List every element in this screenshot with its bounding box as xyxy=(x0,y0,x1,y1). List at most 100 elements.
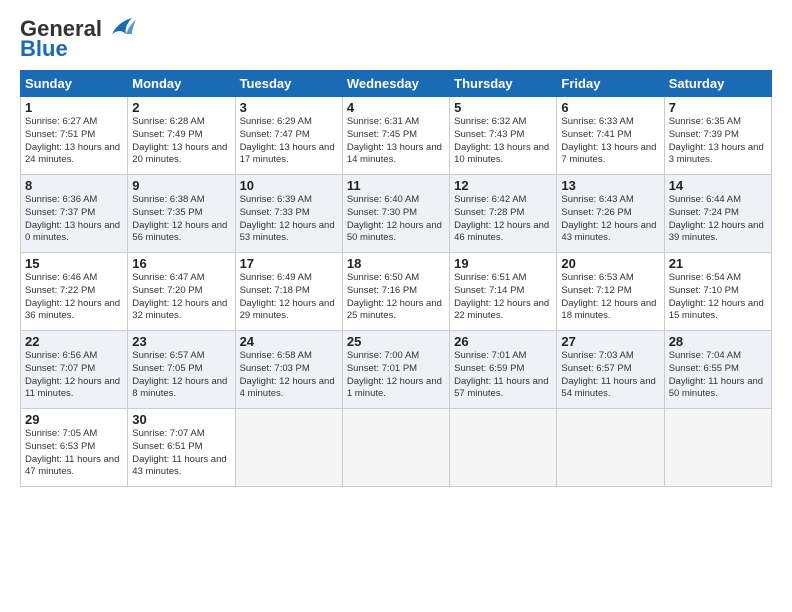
weekday-header-tuesday: Tuesday xyxy=(235,71,342,97)
day-info: Sunrise: 6:57 AM Sunset: 7:05 PM Dayligh… xyxy=(132,350,230,401)
day-number: 3 xyxy=(240,100,338,115)
sunrise-label: Sunrise: 6:36 AM xyxy=(25,194,97,205)
sunrise-label: Sunrise: 7:07 AM xyxy=(132,428,204,439)
sunrise-label: Sunrise: 6:54 AM xyxy=(669,272,741,283)
day-number: 28 xyxy=(669,334,767,349)
sunrise-label: Sunrise: 6:40 AM xyxy=(347,194,419,205)
day-number: 16 xyxy=(132,256,230,271)
sunset-label: Sunset: 6:55 PM xyxy=(669,363,739,374)
sunrise-label: Sunrise: 6:32 AM xyxy=(454,116,526,127)
sunrise-label: Sunrise: 6:56 AM xyxy=(25,350,97,361)
sunset-label: Sunset: 7:07 PM xyxy=(25,363,95,374)
sunset-label: Sunset: 7:51 PM xyxy=(25,129,95,140)
daylight-label: Daylight: 12 hours and 11 minutes. xyxy=(25,376,120,400)
day-cell-21: 21 Sunrise: 6:54 AM Sunset: 7:10 PM Dayl… xyxy=(664,253,771,331)
day-info: Sunrise: 6:54 AM Sunset: 7:10 PM Dayligh… xyxy=(669,272,767,323)
day-cell-24: 24 Sunrise: 6:58 AM Sunset: 7:03 PM Dayl… xyxy=(235,331,342,409)
day-cell-12: 12 Sunrise: 6:42 AM Sunset: 7:28 PM Dayl… xyxy=(450,175,557,253)
sunrise-label: Sunrise: 6:35 AM xyxy=(669,116,741,127)
sunset-label: Sunset: 6:57 PM xyxy=(561,363,631,374)
day-number: 25 xyxy=(347,334,445,349)
sunset-label: Sunset: 7:20 PM xyxy=(132,285,202,296)
daylight-label: Daylight: 12 hours and 29 minutes. xyxy=(240,298,335,322)
day-number: 29 xyxy=(25,412,123,427)
day-cell-19: 19 Sunrise: 6:51 AM Sunset: 7:14 PM Dayl… xyxy=(450,253,557,331)
day-cell-2: 2 Sunrise: 6:28 AM Sunset: 7:49 PM Dayli… xyxy=(128,97,235,175)
daylight-label: Daylight: 12 hours and 43 minutes. xyxy=(561,220,656,244)
calendar-table: SundayMondayTuesdayWednesdayThursdayFrid… xyxy=(20,70,772,487)
day-number: 26 xyxy=(454,334,552,349)
sunrise-label: Sunrise: 6:43 AM xyxy=(561,194,633,205)
day-info: Sunrise: 7:07 AM Sunset: 6:51 PM Dayligh… xyxy=(132,428,230,479)
day-info: Sunrise: 6:47 AM Sunset: 7:20 PM Dayligh… xyxy=(132,272,230,323)
day-cell-6: 6 Sunrise: 6:33 AM Sunset: 7:41 PM Dayli… xyxy=(557,97,664,175)
day-info: Sunrise: 6:29 AM Sunset: 7:47 PM Dayligh… xyxy=(240,116,338,167)
sunrise-label: Sunrise: 6:47 AM xyxy=(132,272,204,283)
day-cell-28: 28 Sunrise: 7:04 AM Sunset: 6:55 PM Dayl… xyxy=(664,331,771,409)
daylight-label: Daylight: 12 hours and 39 minutes. xyxy=(669,220,764,244)
day-number: 24 xyxy=(240,334,338,349)
day-info: Sunrise: 7:04 AM Sunset: 6:55 PM Dayligh… xyxy=(669,350,767,401)
day-info: Sunrise: 7:00 AM Sunset: 7:01 PM Dayligh… xyxy=(347,350,445,401)
sunset-label: Sunset: 7:10 PM xyxy=(669,285,739,296)
day-number: 2 xyxy=(132,100,230,115)
sunrise-label: Sunrise: 6:50 AM xyxy=(347,272,419,283)
empty-cell xyxy=(450,409,557,487)
daylight-label: Daylight: 12 hours and 4 minutes. xyxy=(240,376,335,400)
daylight-label: Daylight: 12 hours and 36 minutes. xyxy=(25,298,120,322)
day-number: 18 xyxy=(347,256,445,271)
day-number: 14 xyxy=(669,178,767,193)
daylight-label: Daylight: 11 hours and 47 minutes. xyxy=(25,454,119,478)
sunrise-label: Sunrise: 7:03 AM xyxy=(561,350,633,361)
sunrise-label: Sunrise: 6:46 AM xyxy=(25,272,97,283)
sunrise-label: Sunrise: 6:44 AM xyxy=(669,194,741,205)
empty-cell xyxy=(664,409,771,487)
day-cell-23: 23 Sunrise: 6:57 AM Sunset: 7:05 PM Dayl… xyxy=(128,331,235,409)
day-cell-1: 1 Sunrise: 6:27 AM Sunset: 7:51 PM Dayli… xyxy=(21,97,128,175)
empty-cell xyxy=(557,409,664,487)
day-cell-7: 7 Sunrise: 6:35 AM Sunset: 7:39 PM Dayli… xyxy=(664,97,771,175)
day-cell-29: 29 Sunrise: 7:05 AM Sunset: 6:53 PM Dayl… xyxy=(21,409,128,487)
daylight-label: Daylight: 13 hours and 14 minutes. xyxy=(347,142,442,166)
sunset-label: Sunset: 7:05 PM xyxy=(132,363,202,374)
daylight-label: Daylight: 13 hours and 20 minutes. xyxy=(132,142,227,166)
day-info: Sunrise: 6:49 AM Sunset: 7:18 PM Dayligh… xyxy=(240,272,338,323)
daylight-label: Daylight: 12 hours and 53 minutes. xyxy=(240,220,335,244)
sunrise-label: Sunrise: 7:04 AM xyxy=(669,350,741,361)
day-info: Sunrise: 6:32 AM Sunset: 7:43 PM Dayligh… xyxy=(454,116,552,167)
calendar-week-5: 29 Sunrise: 7:05 AM Sunset: 6:53 PM Dayl… xyxy=(21,409,772,487)
day-info: Sunrise: 6:50 AM Sunset: 7:16 PM Dayligh… xyxy=(347,272,445,323)
sunset-label: Sunset: 7:43 PM xyxy=(454,129,524,140)
daylight-label: Daylight: 11 hours and 43 minutes. xyxy=(132,454,226,478)
sunset-label: Sunset: 7:16 PM xyxy=(347,285,417,296)
sunset-label: Sunset: 7:30 PM xyxy=(347,207,417,218)
day-number: 27 xyxy=(561,334,659,349)
sunset-label: Sunset: 7:26 PM xyxy=(561,207,631,218)
day-number: 23 xyxy=(132,334,230,349)
day-number: 30 xyxy=(132,412,230,427)
day-info: Sunrise: 7:03 AM Sunset: 6:57 PM Dayligh… xyxy=(561,350,659,401)
day-cell-27: 27 Sunrise: 7:03 AM Sunset: 6:57 PM Dayl… xyxy=(557,331,664,409)
day-cell-20: 20 Sunrise: 6:53 AM Sunset: 7:12 PM Dayl… xyxy=(557,253,664,331)
sunrise-label: Sunrise: 7:00 AM xyxy=(347,350,419,361)
day-number: 1 xyxy=(25,100,123,115)
daylight-label: Daylight: 12 hours and 32 minutes. xyxy=(132,298,227,322)
day-info: Sunrise: 6:53 AM Sunset: 7:12 PM Dayligh… xyxy=(561,272,659,323)
day-info: Sunrise: 6:58 AM Sunset: 7:03 PM Dayligh… xyxy=(240,350,338,401)
day-number: 7 xyxy=(669,100,767,115)
day-cell-3: 3 Sunrise: 6:29 AM Sunset: 7:47 PM Dayli… xyxy=(235,97,342,175)
weekday-header-thursday: Thursday xyxy=(450,71,557,97)
sunset-label: Sunset: 7:12 PM xyxy=(561,285,631,296)
day-cell-22: 22 Sunrise: 6:56 AM Sunset: 7:07 PM Dayl… xyxy=(21,331,128,409)
day-number: 9 xyxy=(132,178,230,193)
day-number: 17 xyxy=(240,256,338,271)
day-cell-4: 4 Sunrise: 6:31 AM Sunset: 7:45 PM Dayli… xyxy=(342,97,449,175)
day-number: 15 xyxy=(25,256,123,271)
day-number: 12 xyxy=(454,178,552,193)
sunset-label: Sunset: 7:01 PM xyxy=(347,363,417,374)
weekday-header-sunday: Sunday xyxy=(21,71,128,97)
day-cell-8: 8 Sunrise: 6:36 AM Sunset: 7:37 PM Dayli… xyxy=(21,175,128,253)
sunrise-label: Sunrise: 6:49 AM xyxy=(240,272,312,283)
day-info: Sunrise: 6:43 AM Sunset: 7:26 PM Dayligh… xyxy=(561,194,659,245)
calendar-week-4: 22 Sunrise: 6:56 AM Sunset: 7:07 PM Dayl… xyxy=(21,331,772,409)
